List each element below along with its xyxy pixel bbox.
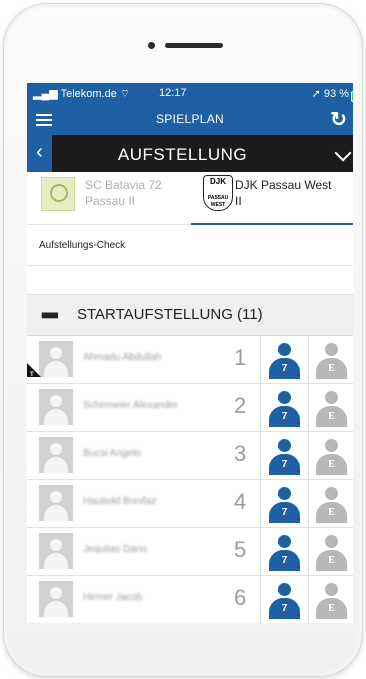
player-name: Jequitas Dario [83, 544, 147, 555]
player-number: 4 [234, 489, 247, 514]
substitute-player-icon[interactable]: E [308, 384, 353, 431]
team-tabs: SC Batavia 72 Passau II DJK PASSAU WEST … [27, 172, 353, 225]
home-team-name-line1: SC Batavia 72 [85, 178, 162, 192]
starter-player-icon[interactable]: 7 [260, 528, 309, 575]
battery-indicator: ➚ 93 % [312, 87, 353, 102]
captain-marker-text: T [30, 372, 34, 378]
player-row[interactable]: Bucsi Angelo 3 7 E [27, 432, 353, 480]
player-avatar [39, 485, 73, 521]
home-team-name-line2: Passau II [85, 194, 136, 208]
starter-player-icon[interactable]: 7 [260, 480, 309, 527]
phone-frame: ▂▄▆ Telekom.de ⌔ 12:17 ➚ 93 % SPIELPLAN … [3, 3, 363, 677]
substitute-badge: E [328, 507, 335, 518]
player-number: 2 [234, 393, 247, 418]
starter-badge: 7 [281, 411, 288, 422]
player-number: 3 [234, 441, 247, 466]
away-team-name: DJK Passau West II [235, 177, 331, 209]
status-time: 12:17 [159, 87, 187, 99]
section-title: STARTAUFSTELLUNG (11) [77, 306, 263, 323]
starter-player-icon[interactable]: 7 [260, 384, 309, 431]
player-name: Schirmeier Alexander [83, 400, 179, 411]
player-number: 5 [234, 537, 247, 562]
status-bar: ▂▄▆ Telekom.de ⌔ 12:17 ➚ 93 % [27, 83, 353, 103]
player-number: 6 [234, 585, 247, 610]
back-button[interactable]: ‹ [27, 135, 52, 172]
player-name: Ahmadu Abdullah [83, 352, 162, 363]
substitute-player-icon[interactable]: E [308, 336, 353, 383]
player-list: T Ahmadu Abdullah 1 7 E Schirmeier Alexander 2… [27, 336, 353, 623]
speaker-grille [165, 43, 223, 48]
player-row[interactable]: Haubold Bonifaz 4 7 E [27, 480, 353, 528]
starter-player-icon[interactable]: 7 [260, 576, 309, 623]
section-header: ■■■ STARTAUFSTELLUNG (11) [27, 295, 353, 336]
starter-badge: 7 [281, 555, 288, 566]
lineup-check-row[interactable]: Aufstellungs-Check [27, 225, 353, 266]
substitute-badge: E [328, 603, 335, 614]
page-title: AUFSTELLUNG [117, 145, 248, 164]
substitute-player-icon[interactable]: E [308, 480, 353, 527]
player-avatar [39, 581, 73, 617]
away-team-name-line1: DJK Passau West [235, 178, 332, 192]
battery-icon [351, 91, 353, 102]
player-row[interactable]: T Ahmadu Abdullah 1 7 E [27, 336, 353, 384]
carrier-label: ▂▄▆ Telekom.de ⌔ [33, 88, 131, 100]
tab-away-team[interactable]: DJK PASSAU WEST DJK Passau West II [191, 172, 353, 225]
away-logo-text-bottom: PASSAU WEST [207, 195, 229, 208]
player-avatar [39, 437, 73, 473]
sub-header: ‹ AUFSTELLUNG [27, 135, 353, 172]
player-name: Bucsi Angelo [83, 448, 141, 459]
player-row[interactable]: Schirmeier Alexander 2 7 E [27, 384, 353, 432]
lineup-check-label: Aufstellungs-Check [39, 240, 126, 251]
refresh-icon[interactable]: ↻ [330, 107, 347, 132]
player-row[interactable]: Jequitas Dario 5 7 E [27, 528, 353, 576]
battery-text: 93 % [323, 88, 349, 100]
player-number: 1 [234, 345, 247, 370]
tab-home-team[interactable]: SC Batavia 72 Passau II [27, 172, 189, 224]
spacer [27, 266, 353, 295]
player-avatar [39, 533, 73, 569]
team-group-icon: ■■■ [41, 308, 59, 322]
starter-player-icon[interactable]: 7 [260, 432, 309, 479]
top-nav-bar: SPIELPLAN ↻ [27, 103, 353, 135]
app-screen: ▂▄▆ Telekom.de ⌔ 12:17 ➚ 93 % SPIELPLAN … [27, 83, 353, 623]
substitute-badge: E [328, 555, 335, 566]
away-logo-text-top: DJK [209, 177, 226, 186]
substitute-player-icon[interactable]: E [308, 576, 353, 623]
home-team-logo [41, 177, 75, 211]
nav-title: SPIELPLAN [155, 112, 225, 126]
player-name: Hirmer Jacob [83, 592, 143, 603]
substitute-badge: E [328, 363, 335, 374]
substitute-player-icon[interactable]: E [308, 432, 353, 479]
starter-badge: 7 [281, 363, 288, 374]
camera-dot [148, 42, 155, 49]
away-team-name-line2: II [235, 194, 242, 208]
player-name: Haubold Bonifaz [83, 496, 157, 507]
away-team-logo: DJK PASSAU WEST [203, 175, 233, 211]
chevron-down-icon[interactable] [334, 144, 352, 162]
player-avatar [39, 389, 73, 425]
substitute-badge: E [328, 459, 335, 470]
carrier-text: Telekom.de [60, 88, 117, 100]
substitute-player-icon[interactable]: E [308, 528, 353, 575]
substitute-badge: E [328, 411, 335, 422]
starter-badge: 7 [281, 507, 288, 518]
player-avatar [39, 341, 73, 377]
starter-player-icon[interactable]: 7 [260, 336, 309, 383]
starter-badge: 7 [281, 603, 288, 614]
home-team-name: SC Batavia 72 Passau II [85, 177, 162, 209]
starter-badge: 7 [281, 459, 288, 470]
player-row[interactable]: Hirmer Jacob 6 7 E [27, 576, 353, 623]
